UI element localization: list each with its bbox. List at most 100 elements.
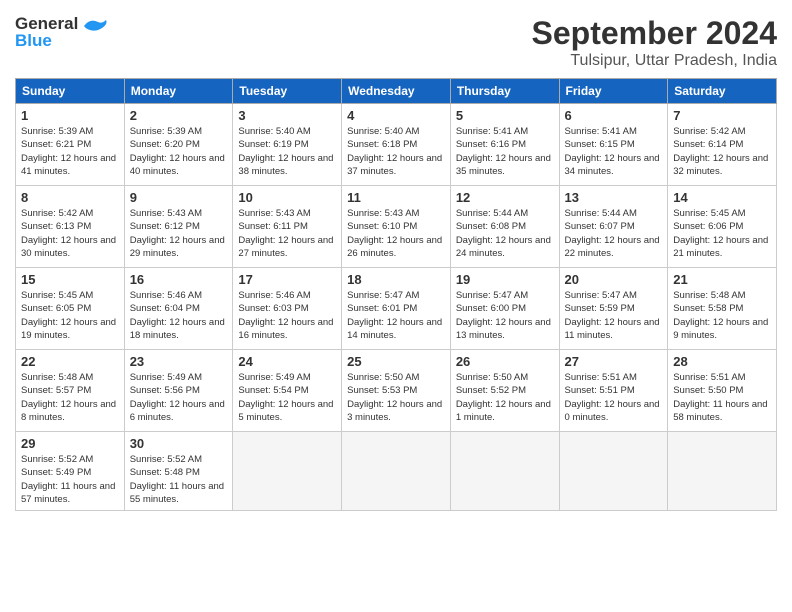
day-number: 11: [347, 190, 445, 205]
calendar-cell: 10 Sunrise: 5:43 AMSunset: 6:11 PMDayligh…: [233, 186, 342, 268]
day-info: Sunrise: 5:51 AMSunset: 5:50 PMDaylight:…: [673, 371, 771, 424]
calendar-week-row: 29 Sunrise: 5:52 AMSunset: 5:49 PMDayligh…: [16, 432, 777, 511]
day-number: 6: [565, 108, 663, 123]
header: General Blue September 2024 Tulsipur, Ut…: [15, 15, 777, 70]
page: General Blue September 2024 Tulsipur, Ut…: [0, 0, 792, 612]
day-number: 7: [673, 108, 771, 123]
day-number: 8: [21, 190, 119, 205]
day-info: Sunrise: 5:39 AMSunset: 6:20 PMDaylight:…: [130, 125, 228, 178]
day-number: 29: [21, 436, 119, 451]
logo-bird-icon: [82, 16, 110, 39]
calendar-week-row: 15 Sunrise: 5:45 AMSunset: 6:05 PMDayligh…: [16, 268, 777, 350]
day-number: 13: [565, 190, 663, 205]
day-info: Sunrise: 5:47 AMSunset: 6:01 PMDaylight:…: [347, 289, 445, 342]
logo-line1: General: [15, 15, 78, 32]
day-info: Sunrise: 5:42 AMSunset: 6:14 PMDaylight:…: [673, 125, 771, 178]
day-number: 17: [238, 272, 336, 287]
day-info: Sunrise: 5:40 AMSunset: 6:19 PMDaylight:…: [238, 125, 336, 178]
calendar-cell: 13Sunrise: 5:44 AMSunset: 6:07 PMDayligh…: [559, 186, 668, 268]
day-info: Sunrise: 5:52 AMSunset: 5:49 PMDaylight:…: [21, 453, 119, 506]
col-header-saturday: Saturday: [668, 79, 777, 104]
day-info: Sunrise: 5:41 AMSunset: 6:16 PMDaylight:…: [456, 125, 554, 178]
day-info: Sunrise: 5:43 AMSunset: 6:10 PMDaylight:…: [347, 207, 445, 260]
day-info: Sunrise: 5:52 AMSunset: 5:48 PMDaylight:…: [130, 453, 228, 506]
day-info: Sunrise: 5:46 AMSunset: 6:04 PMDaylight:…: [130, 289, 228, 342]
day-number: 15: [21, 272, 119, 287]
calendar-cell: [342, 432, 451, 511]
title-section: September 2024 Tulsipur, Uttar Pradesh, …: [532, 15, 777, 70]
calendar-cell: 7 Sunrise: 5:42 AMSunset: 6:14 PMDaylight…: [668, 104, 777, 186]
day-number: 16: [130, 272, 228, 287]
day-number: 26: [456, 354, 554, 369]
day-number: 20: [565, 272, 663, 287]
day-info: Sunrise: 5:48 AMSunset: 5:57 PMDaylight:…: [21, 371, 119, 424]
day-info: Sunrise: 5:42 AMSunset: 6:13 PMDaylight:…: [21, 207, 119, 260]
day-info: Sunrise: 5:50 AMSunset: 5:53 PMDaylight:…: [347, 371, 445, 424]
calendar-cell: 23 Sunrise: 5:49 AMSunset: 5:56 PMDayligh…: [124, 350, 233, 432]
day-info: Sunrise: 5:49 AMSunset: 5:56 PMDaylight:…: [130, 371, 228, 424]
calendar-cell: 28 Sunrise: 5:51 AMSunset: 5:50 PMDayligh…: [668, 350, 777, 432]
day-info: Sunrise: 5:47 AMSunset: 6:00 PMDaylight:…: [456, 289, 554, 342]
calendar-cell: 21Sunrise: 5:48 AMSunset: 5:58 PMDayligh…: [668, 268, 777, 350]
day-number: 9: [130, 190, 228, 205]
day-number: 23: [130, 354, 228, 369]
day-number: 28: [673, 354, 771, 369]
calendar-cell: [559, 432, 668, 511]
day-number: 21: [673, 272, 771, 287]
day-number: 18: [347, 272, 445, 287]
day-number: 30: [130, 436, 228, 451]
logo-text: General Blue: [15, 15, 78, 49]
day-info: Sunrise: 5:47 AMSunset: 5:59 PMDaylight:…: [565, 289, 663, 342]
month-title: September 2024: [532, 15, 777, 52]
day-number: 22: [21, 354, 119, 369]
col-header-thursday: Thursday: [450, 79, 559, 104]
calendar-cell: 22 Sunrise: 5:48 AMSunset: 5:57 PMDayligh…: [16, 350, 125, 432]
calendar-cell: 15 Sunrise: 5:45 AMSunset: 6:05 PMDayligh…: [16, 268, 125, 350]
calendar-cell: 19 Sunrise: 5:47 AMSunset: 6:00 PMDayligh…: [450, 268, 559, 350]
calendar-cell: 1Sunrise: 5:39 AMSunset: 6:21 PMDaylight…: [16, 104, 125, 186]
calendar-table: SundayMondayTuesdayWednesdayThursdayFrid…: [15, 78, 777, 511]
calendar-week-row: 8 Sunrise: 5:42 AMSunset: 6:13 PMDaylight…: [16, 186, 777, 268]
day-info: Sunrise: 5:46 AMSunset: 6:03 PMDaylight:…: [238, 289, 336, 342]
day-number: 1: [21, 108, 119, 123]
day-info: Sunrise: 5:45 AMSunset: 6:06 PMDaylight:…: [673, 207, 771, 260]
calendar-cell: 9 Sunrise: 5:43 AMSunset: 6:12 PMDaylight…: [124, 186, 233, 268]
calendar-cell: 17 Sunrise: 5:46 AMSunset: 6:03 PMDayligh…: [233, 268, 342, 350]
calendar-header-row: SundayMondayTuesdayWednesdayThursdayFrid…: [16, 79, 777, 104]
calendar-cell: [233, 432, 342, 511]
col-header-wednesday: Wednesday: [342, 79, 451, 104]
calendar-cell: 3 Sunrise: 5:40 AMSunset: 6:19 PMDaylight…: [233, 104, 342, 186]
day-number: 25: [347, 354, 445, 369]
day-number: 12: [456, 190, 554, 205]
day-number: 4: [347, 108, 445, 123]
calendar-cell: 29 Sunrise: 5:52 AMSunset: 5:49 PMDayligh…: [16, 432, 125, 511]
calendar-cell: [450, 432, 559, 511]
col-header-friday: Friday: [559, 79, 668, 104]
calendar-cell: 27 Sunrise: 5:51 AMSunset: 5:51 PMDayligh…: [559, 350, 668, 432]
day-info: Sunrise: 5:51 AMSunset: 5:51 PMDaylight:…: [565, 371, 663, 424]
calendar-cell: 4 Sunrise: 5:40 AMSunset: 6:18 PMDaylight…: [342, 104, 451, 186]
calendar-cell: 6 Sunrise: 5:41 AMSunset: 6:15 PMDaylight…: [559, 104, 668, 186]
day-number: 10: [238, 190, 336, 205]
calendar-cell: [668, 432, 777, 511]
logo-line2: Blue: [15, 32, 78, 49]
calendar-cell: 8 Sunrise: 5:42 AMSunset: 6:13 PMDaylight…: [16, 186, 125, 268]
calendar-cell: 5Sunrise: 5:41 AMSunset: 6:16 PMDaylight…: [450, 104, 559, 186]
calendar-cell: 26 Sunrise: 5:50 AMSunset: 5:52 PMDayligh…: [450, 350, 559, 432]
day-number: 27: [565, 354, 663, 369]
day-info: Sunrise: 5:45 AMSunset: 6:05 PMDaylight:…: [21, 289, 119, 342]
day-number: 24: [238, 354, 336, 369]
day-info: Sunrise: 5:40 AMSunset: 6:18 PMDaylight:…: [347, 125, 445, 178]
day-info: Sunrise: 5:43 AMSunset: 6:12 PMDaylight:…: [130, 207, 228, 260]
day-info: Sunrise: 5:41 AMSunset: 6:15 PMDaylight:…: [565, 125, 663, 178]
calendar-cell: 14Sunrise: 5:45 AMSunset: 6:06 PMDayligh…: [668, 186, 777, 268]
col-header-monday: Monday: [124, 79, 233, 104]
calendar-cell: 2 Sunrise: 5:39 AMSunset: 6:20 PMDaylight…: [124, 104, 233, 186]
calendar-cell: 20 Sunrise: 5:47 AMSunset: 5:59 PMDayligh…: [559, 268, 668, 350]
day-info: Sunrise: 5:50 AMSunset: 5:52 PMDaylight:…: [456, 371, 554, 424]
day-number: 19: [456, 272, 554, 287]
calendar-week-row: 1Sunrise: 5:39 AMSunset: 6:21 PMDaylight…: [16, 104, 777, 186]
day-number: 3: [238, 108, 336, 123]
day-info: Sunrise: 5:43 AMSunset: 6:11 PMDaylight:…: [238, 207, 336, 260]
day-number: 2: [130, 108, 228, 123]
